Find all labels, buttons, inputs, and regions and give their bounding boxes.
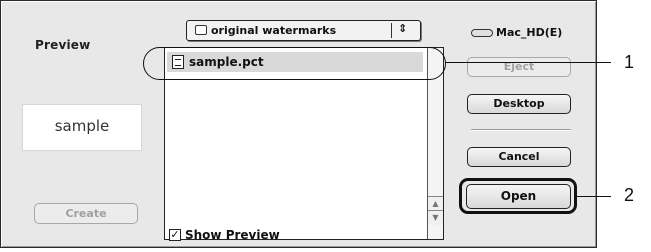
- open-file-dialog: Preview sample Create original watermark…: [0, 0, 597, 248]
- scroll-up-arrow-icon[interactable]: ▲: [428, 196, 443, 211]
- callout-number-2: 2: [624, 185, 635, 205]
- preview-thumbnail-text: sample: [54, 117, 110, 135]
- show-preview-checkbox[interactable]: ✓: [169, 229, 181, 241]
- callout-line-1: [446, 62, 611, 63]
- open-button[interactable]: Open: [466, 184, 571, 209]
- create-button[interactable]: Create: [34, 203, 138, 224]
- hard-disk-icon: [471, 29, 493, 37]
- preview-thumbnail: sample: [22, 104, 142, 151]
- desktop-button[interactable]: Desktop: [467, 94, 571, 114]
- eject-button[interactable]: Eject: [467, 57, 571, 77]
- popup-arrows-icon: ⇕: [398, 22, 408, 35]
- folder-popup-label: original watermarks: [211, 24, 337, 37]
- folder-icon: [195, 25, 207, 35]
- popup-divider: [391, 23, 392, 38]
- callout-line-2: [576, 196, 611, 197]
- scroll-down-arrow-icon[interactable]: ▼: [428, 210, 443, 225]
- show-preview-label: Show Preview: [185, 228, 280, 242]
- preview-title: Preview: [35, 38, 91, 52]
- cancel-button[interactable]: Cancel: [467, 147, 571, 167]
- folder-popup-menu[interactable]: original watermarks ⇕: [186, 20, 421, 41]
- button-separator: [471, 129, 571, 130]
- callout-highlight-file: [143, 47, 446, 80]
- callout-number-1: 1: [624, 52, 635, 72]
- volume-label: Mac_HD(E): [496, 26, 563, 39]
